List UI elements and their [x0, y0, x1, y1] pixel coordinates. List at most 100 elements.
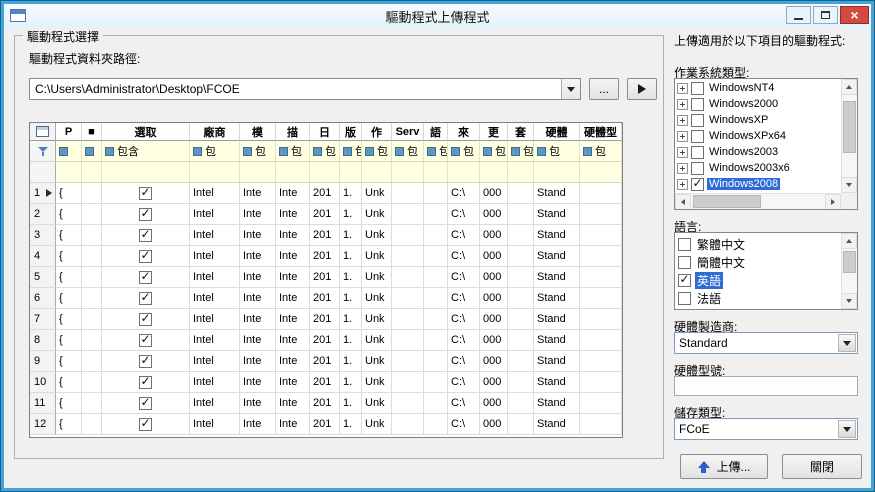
cell-select[interactable]: [102, 267, 190, 288]
cell-pkg[interactable]: [508, 393, 534, 414]
cell-rowheader[interactable]: 9: [30, 351, 56, 372]
column-header-hw[interactable]: 硬體: [534, 123, 580, 141]
cell-ver[interactable]: 1.: [340, 246, 362, 267]
column-header-os[interactable]: 作: [362, 123, 392, 141]
scroll-thumb[interactable]: [843, 251, 856, 273]
os-checkbox[interactable]: [691, 82, 704, 95]
cell-rowheader[interactable]: 7: [30, 309, 56, 330]
close-dialog-button[interactable]: 關閉: [782, 454, 862, 479]
cell-selall[interactable]: [82, 246, 102, 267]
cell-selall[interactable]: [82, 267, 102, 288]
column-header-p[interactable]: P: [56, 123, 82, 141]
filter-input-p[interactable]: [56, 162, 82, 183]
cell-serv[interactable]: [392, 225, 424, 246]
cell-select[interactable]: [102, 246, 190, 267]
cell-lang[interactable]: [424, 267, 448, 288]
cell-ver[interactable]: 1.: [340, 372, 362, 393]
language-item[interactable]: 簡體中文: [675, 253, 841, 271]
expand-plus-icon[interactable]: [677, 163, 688, 174]
filter-input-ver[interactable]: [340, 162, 362, 183]
os-tree-item[interactable]: Windows2008: [675, 176, 841, 192]
cell-pkg[interactable]: [508, 414, 534, 435]
cell-pkg[interactable]: [508, 330, 534, 351]
column-header-select[interactable]: 選取: [102, 123, 190, 141]
filter-cell-ver[interactable]: 包: [340, 141, 362, 162]
cell-ver[interactable]: 1.: [340, 267, 362, 288]
filter-input-hwmodel[interactable]: [580, 162, 622, 183]
scroll-left-button[interactable]: [675, 194, 691, 210]
cell-rowheader[interactable]: 8: [30, 330, 56, 351]
cell-rowheader[interactable]: 4: [30, 246, 56, 267]
cell-hw[interactable]: Stand: [534, 309, 580, 330]
cell-os[interactable]: Unk: [362, 309, 392, 330]
cell-upd[interactable]: 000: [480, 267, 508, 288]
cell-p[interactable]: {: [56, 330, 82, 351]
cell-ver[interactable]: 1.: [340, 330, 362, 351]
os-tree-item[interactable]: WindowsXP: [675, 112, 841, 128]
cell-date[interactable]: 201: [310, 414, 340, 435]
cell-select[interactable]: [102, 414, 190, 435]
cell-selall[interactable]: [82, 204, 102, 225]
storage-type-value[interactable]: FCoE: [675, 419, 837, 439]
cell-p[interactable]: {: [56, 288, 82, 309]
filter-input-date[interactable]: [310, 162, 340, 183]
filter-cell-pkg[interactable]: 包: [508, 141, 534, 162]
cell-desc[interactable]: Inte: [276, 288, 310, 309]
row-select-checkbox[interactable]: [139, 187, 152, 200]
cell-vendor[interactable]: Intel: [190, 351, 240, 372]
scroll-up-button[interactable]: [841, 79, 857, 95]
cell-vendor[interactable]: Intel: [190, 414, 240, 435]
cell-date[interactable]: 201: [310, 204, 340, 225]
cell-upd[interactable]: 000: [480, 288, 508, 309]
cell-ver[interactable]: 1.: [340, 183, 362, 204]
cell-selall[interactable]: [82, 225, 102, 246]
filter-input-os[interactable]: [362, 162, 392, 183]
cell-serv[interactable]: [392, 330, 424, 351]
row-select-checkbox[interactable]: [139, 397, 152, 410]
cell-serv[interactable]: [392, 204, 424, 225]
cell-serv[interactable]: [392, 393, 424, 414]
cell-upd[interactable]: 000: [480, 351, 508, 372]
row-select-checkbox[interactable]: [139, 250, 152, 263]
filter-input-serv[interactable]: [392, 162, 424, 183]
cell-vendor[interactable]: Intel: [190, 267, 240, 288]
cell-upd[interactable]: 000: [480, 204, 508, 225]
cell-pkg[interactable]: [508, 225, 534, 246]
cell-upd[interactable]: 000: [480, 183, 508, 204]
cell-desc[interactable]: Inte: [276, 267, 310, 288]
cell-selall[interactable]: [82, 330, 102, 351]
cell-selall[interactable]: [82, 351, 102, 372]
language-item[interactable]: 法語: [675, 289, 841, 307]
cell-desc[interactable]: Inte: [276, 330, 310, 351]
filter-cell-rowheader[interactable]: [30, 141, 56, 162]
row-select-checkbox[interactable]: [139, 418, 152, 431]
scroll-up-button[interactable]: [841, 233, 857, 249]
cell-date[interactable]: 201: [310, 393, 340, 414]
cell-src[interactable]: C:\: [448, 330, 480, 351]
filter-input-selall[interactable]: [82, 162, 102, 183]
browse-button[interactable]: ...: [589, 78, 619, 100]
cell-vendor[interactable]: Intel: [190, 183, 240, 204]
cell-date[interactable]: 201: [310, 309, 340, 330]
cell-pkg[interactable]: [508, 204, 534, 225]
cell-serv[interactable]: [392, 246, 424, 267]
cell-hwmodel[interactable]: [580, 267, 622, 288]
cell-date[interactable]: 201: [310, 267, 340, 288]
cell-upd[interactable]: 000: [480, 246, 508, 267]
filter-cell-hwmodel[interactable]: 包: [580, 141, 622, 162]
os-checkbox[interactable]: [691, 130, 704, 143]
scroll-right-button[interactable]: [825, 194, 841, 210]
cell-select[interactable]: [102, 351, 190, 372]
cell-select[interactable]: [102, 393, 190, 414]
hw-vendor-dropdown-button[interactable]: [838, 334, 856, 352]
cell-hwmodel[interactable]: [580, 246, 622, 267]
cell-lang[interactable]: [424, 204, 448, 225]
minimize-button[interactable]: [786, 6, 811, 24]
cell-p[interactable]: {: [56, 204, 82, 225]
row-select-checkbox[interactable]: [139, 313, 152, 326]
cell-src[interactable]: C:\: [448, 267, 480, 288]
filter-cell-hw[interactable]: 包: [534, 141, 580, 162]
cell-desc[interactable]: Inte: [276, 246, 310, 267]
filter-input-rowheader[interactable]: [30, 162, 56, 183]
language-item[interactable]: 英語: [675, 271, 841, 289]
